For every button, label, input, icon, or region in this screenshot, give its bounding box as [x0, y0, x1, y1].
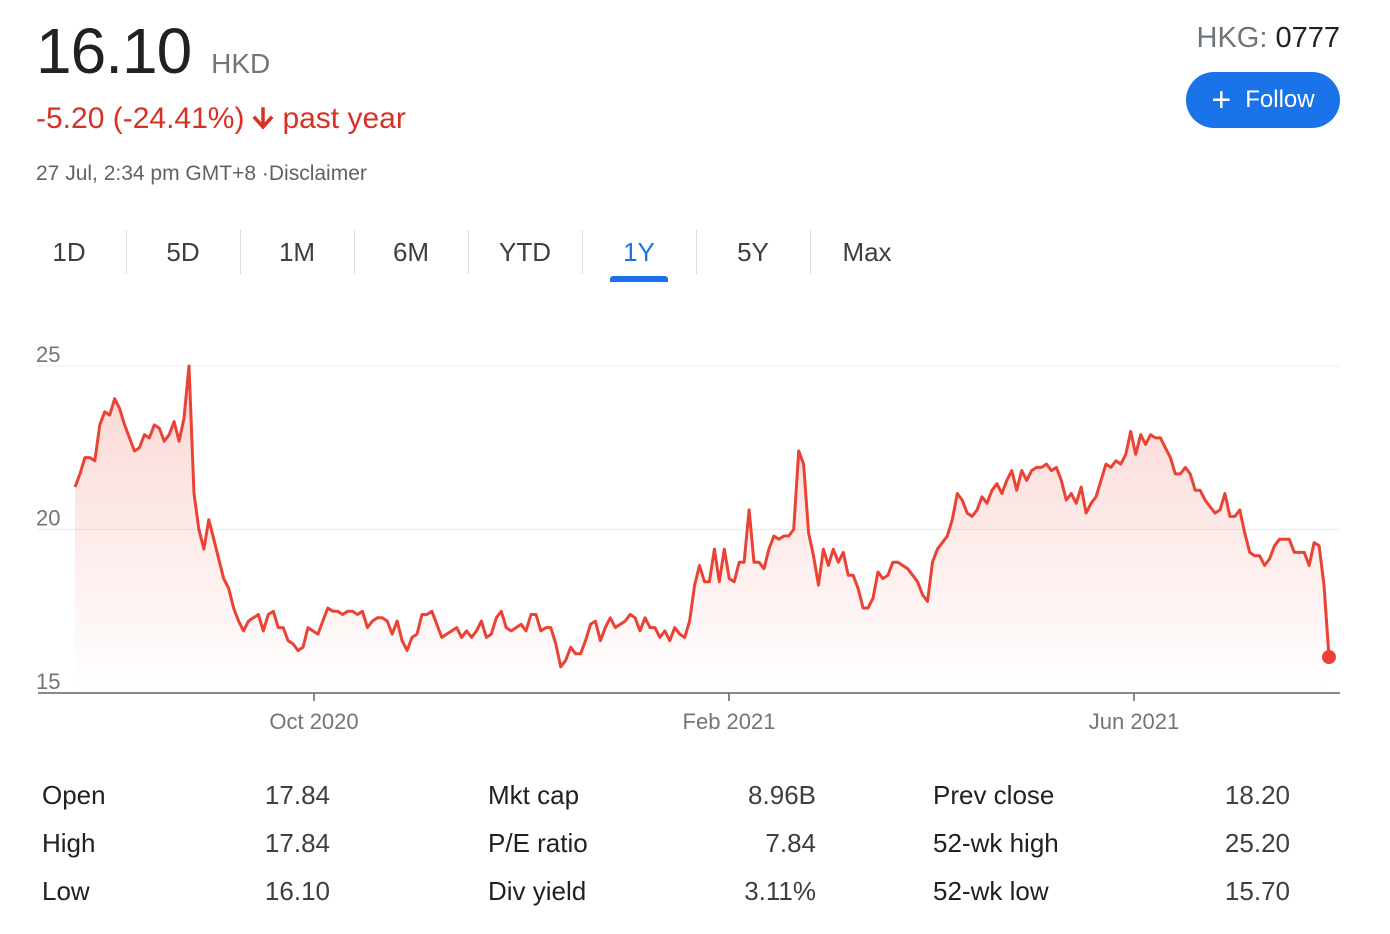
- arrow-down-icon: [252, 107, 274, 130]
- change-value: -5.20 (-24.41%): [36, 102, 245, 135]
- stat-value: 18.20: [1224, 780, 1290, 810]
- tab-label: 6M: [392, 237, 430, 267]
- y-tick-label: 15: [36, 669, 60, 694]
- stats-row: High 17.84 P/E ratio 7.84 52-wk high 25.…: [42, 828, 1352, 876]
- change-period: past year: [282, 102, 406, 135]
- stat-value: 15.70: [1224, 876, 1290, 906]
- stats-row: Open 17.84 Mkt cap 8.96B Prev close 18.2…: [42, 780, 1352, 828]
- y-tick-label: 20: [36, 506, 60, 531]
- stat-label: Mkt cap: [488, 780, 580, 810]
- ticker-label: HKG: 0777: [1197, 22, 1340, 55]
- currency-label: HKD: [211, 48, 271, 79]
- stat-value: 17.84: [264, 780, 330, 810]
- timestamp-text: 27 Jul, 2:34 pm GMT+8: [36, 162, 257, 185]
- stat-label: High: [42, 828, 96, 858]
- quote-timestamp: 27 Jul, 2:34 pm GMT+8 ·Disclaimer: [36, 162, 367, 186]
- stat-label: Prev close: [933, 780, 1055, 810]
- exchange-name: HKG:: [1196, 22, 1276, 54]
- stat-value: 16.10: [264, 876, 330, 906]
- range-tabs: 1D 5D 1M 6M YTD 1Y 5Y Max: [12, 228, 924, 284]
- stat-value: 7.84: [765, 828, 816, 858]
- x-tick-label: Oct 2020: [269, 709, 358, 734]
- stats-row: Low 16.10 Div yield 3.11% 52-wk low 15.7…: [42, 876, 1352, 924]
- stat-value: 25.20: [1224, 828, 1290, 858]
- stat-label: Low: [42, 876, 90, 906]
- tab-label: 1Y: [623, 237, 655, 267]
- stat-value: 8.96B: [748, 780, 816, 810]
- plus-icon: +: [1211, 81, 1232, 119]
- tab-label: 1M: [278, 237, 316, 267]
- ticker-code: 0777: [1275, 22, 1340, 54]
- tab-ytd[interactable]: YTD: [468, 228, 582, 284]
- tab-max[interactable]: Max: [810, 228, 924, 284]
- stat-value: 3.11%: [744, 876, 816, 906]
- tab-label: YTD: [499, 237, 551, 267]
- y-tick-label: 25: [36, 342, 60, 367]
- tab-5d[interactable]: 5D: [126, 228, 240, 284]
- tab-1d[interactable]: 1D: [12, 228, 126, 284]
- tab-6m[interactable]: 6M: [354, 228, 468, 284]
- follow-button[interactable]: + Follow: [1186, 72, 1340, 128]
- key-stats: Open 17.84 Mkt cap 8.96B Prev close 18.2…: [42, 780, 1352, 924]
- price-change: -5.20 (-24.41%) past year: [36, 102, 406, 136]
- tab-label: 1D: [52, 237, 86, 267]
- stat-label: Open: [42, 780, 106, 810]
- stat-label: Div yield: [488, 876, 587, 906]
- tab-label: 5D: [166, 237, 200, 267]
- x-tick-label: Jun 2021: [1089, 709, 1180, 734]
- tab-label: Max: [842, 237, 892, 267]
- stat-value: 17.84: [264, 828, 330, 858]
- current-price: 16.10: [36, 15, 192, 87]
- tab-5y[interactable]: 5Y: [696, 228, 810, 284]
- stat-label: P/E ratio: [488, 828, 588, 858]
- tab-1m[interactable]: 1M: [240, 228, 354, 284]
- price-header: 16.10 HKD: [36, 14, 270, 88]
- current-price-dot: [1322, 650, 1336, 665]
- follow-label: Follow: [1245, 86, 1315, 113]
- stat-label: 52-wk high: [933, 828, 1059, 858]
- x-tick-label: Feb 2021: [683, 709, 776, 734]
- x-axis: Oct 2020 Feb 2021 Jun 2021: [269, 693, 1179, 734]
- disclaimer-link[interactable]: ·Disclaimer: [262, 162, 367, 185]
- tab-1y[interactable]: 1Y: [582, 228, 696, 284]
- stat-label: 52-wk low: [933, 876, 1049, 906]
- y-axis: 25 20 15: [36, 342, 60, 694]
- price-chart[interactable]: 25 20 15 Oct 2020 Feb 2021 Jun 2021: [0, 320, 1390, 750]
- tab-label: 5Y: [737, 237, 769, 267]
